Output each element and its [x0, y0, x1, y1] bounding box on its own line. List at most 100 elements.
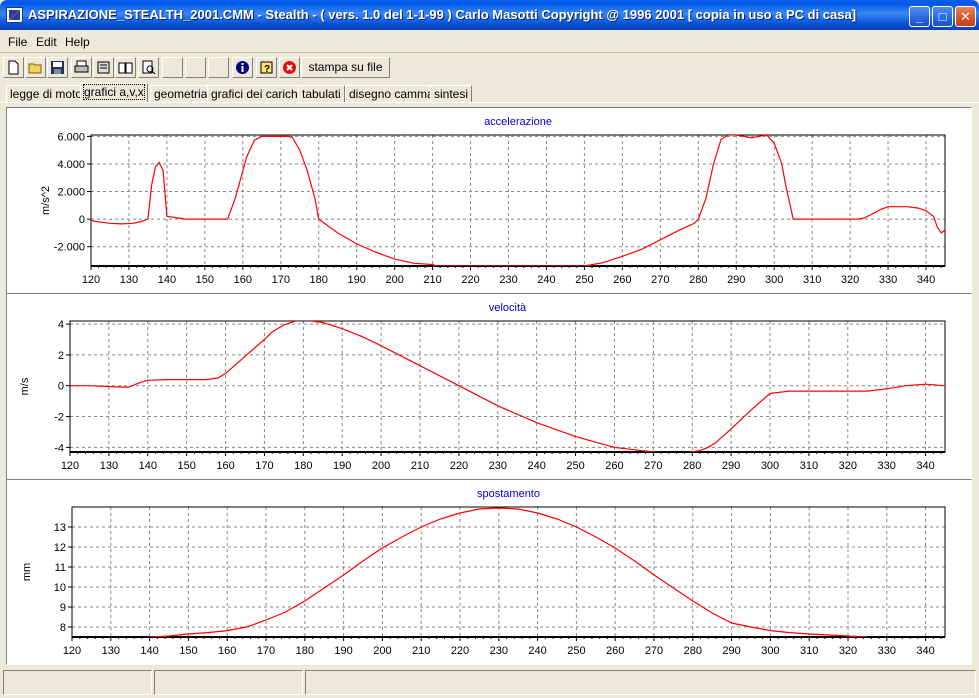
- new-file-button[interactable]: [3, 57, 24, 78]
- acceleration-x-tick-label: 280: [689, 274, 707, 286]
- acceleration-x-tick-label: 180: [310, 274, 328, 286]
- acceleration-y-tick-label: -2.000: [54, 242, 85, 254]
- menu-edit[interactable]: Edit: [36, 35, 57, 49]
- velocity-y-tick-label: -4: [54, 442, 64, 454]
- tab-grafici-dei-carichi[interactable]: grafici dei carichi: [207, 85, 305, 103]
- velocity-y-tick-label: 2: [58, 350, 64, 362]
- info-button[interactable]: [232, 57, 253, 78]
- acceleration-x-tick-label: 290: [727, 274, 745, 286]
- velocity-chart-panel: velocità m/s 120 130 140 150 160 170 180 190 200 21…: [6, 293, 972, 480]
- open-button[interactable]: [25, 57, 46, 78]
- tab-geometria[interactable]: geometria: [150, 85, 212, 103]
- acceleration-x-tick-label: 320: [841, 274, 859, 286]
- velocity-x-tick-label: 300: [761, 460, 779, 472]
- minimize-button[interactable]: _: [909, 6, 930, 27]
- displacement-x-tick-label: 340: [916, 645, 934, 657]
- velocity-x-tick-label: 270: [644, 460, 662, 472]
- velocity-y-tick-label: 4: [58, 319, 64, 331]
- velocity-x-tick-label: 250: [566, 460, 584, 472]
- tab-tabulati[interactable]: tabulati: [298, 85, 345, 103]
- tab-page: accelerazione m/s^2 120 130 140 150 160 170 180 1…: [0, 102, 979, 665]
- velocity-x-tick-label: 280: [683, 460, 701, 472]
- new-file-icon: [8, 60, 19, 75]
- stampa-su-file-button[interactable]: stampa su file: [301, 57, 390, 78]
- displacement-x-tick-label: 190: [334, 645, 352, 657]
- displacement-x-tick-label: 220: [451, 645, 469, 657]
- toolbar: ? stampa su file: [0, 55, 979, 82]
- velocity-x-tick-label: 240: [527, 460, 545, 472]
- app-icon[interactable]: [6, 7, 23, 23]
- window-title: ASPIRAZIONE_STEALTH_2001.CMM - Stealth -…: [28, 7, 857, 22]
- displacement-curve: [149, 507, 868, 637]
- stop-button[interactable]: [279, 57, 300, 78]
- help-button[interactable]: ?: [256, 57, 277, 78]
- velocity-x-tick-label: 140: [139, 460, 157, 472]
- acceleration-y-tick-label: 6.000: [57, 131, 85, 143]
- blank-button-3[interactable]: [208, 57, 229, 78]
- displacement-x-tick-label: 150: [179, 645, 197, 657]
- blank-button-2[interactable]: [185, 57, 206, 78]
- menu-file[interactable]: File: [8, 35, 27, 49]
- displacement-x-tick-label: 180: [296, 645, 314, 657]
- close-button[interactable]: ✕: [955, 6, 976, 27]
- acceleration-x-tick-label: 240: [537, 274, 555, 286]
- velocity-chart: velocità m/s 120 130 140 150 160 170 180 190 200 21…: [19, 302, 946, 472]
- velocity-x-tick-label: 220: [450, 460, 468, 472]
- acceleration-x-tick-label: 250: [575, 274, 593, 286]
- menu-help[interactable]: Help: [65, 35, 90, 49]
- velocity-x-tick-label: 230: [489, 460, 507, 472]
- displacement-x-tick-label: 270: [645, 645, 663, 657]
- displacement-y-tick-label: 12: [54, 542, 66, 554]
- tab-strip: legge di moto grafici a,v,x geometria gr…: [0, 83, 979, 103]
- tab-legge-di-moto[interactable]: legge di moto: [6, 85, 87, 103]
- acceleration-y-tick-label: 0: [79, 214, 85, 226]
- displacement-chart-title: spostamento: [477, 488, 540, 500]
- velocity-x-tick-label: 310: [800, 460, 818, 472]
- displacement-plot-frame: [71, 506, 946, 638]
- blank-button-1[interactable]: [162, 57, 183, 78]
- book-button[interactable]: [115, 57, 136, 78]
- print-button[interactable]: [71, 57, 92, 78]
- acceleration-x-tick-label: 140: [158, 274, 176, 286]
- acceleration-x-tick-label: 270: [651, 274, 669, 286]
- velocity-x-tick-label: 260: [605, 460, 623, 472]
- velocity-chart-title: velocità: [489, 302, 527, 314]
- acceleration-y-tick-label: 2.000: [57, 187, 85, 199]
- acceleration-x-tick-label: 230: [499, 274, 517, 286]
- acceleration-chart-panel: accelerazione m/s^2 120 130 140 150 160 170 180 1…: [6, 107, 972, 294]
- velocity-curve: [70, 321, 945, 452]
- displacement-x-tick-label: 210: [412, 645, 430, 657]
- info-icon: [236, 61, 249, 74]
- displacement-x-tick-label: 290: [722, 645, 740, 657]
- displacement-chart-panel: spostamento mm 120 130 140 150 160 170 180 190 200…: [6, 479, 972, 665]
- acceleration-x-tick-label: 150: [196, 274, 214, 286]
- displacement-x-tick-label: 140: [140, 645, 158, 657]
- displacement-x-tick-label: 250: [567, 645, 585, 657]
- acceleration-x-tick-label: 190: [348, 274, 366, 286]
- velocity-y-axis-label: m/s: [19, 377, 31, 395]
- displacement-x-tick-label: 120: [63, 645, 81, 657]
- acceleration-x-tick-label: 160: [234, 274, 252, 286]
- acceleration-x-tick-label: 220: [461, 274, 479, 286]
- stop-icon: [283, 61, 296, 74]
- displacement-y-tick-label: 10: [54, 582, 66, 594]
- print-preview-button[interactable]: [138, 57, 159, 78]
- acceleration-chart: accelerazione m/s^2 120 130 140 150 160 170 180 1…: [40, 116, 946, 286]
- tab-sintesi[interactable]: sintesi: [430, 85, 473, 103]
- acceleration-x-tick-label: 300: [765, 274, 783, 286]
- maximize-button[interactable]: □: [932, 6, 953, 27]
- velocity-x-tick-label: 180: [294, 460, 312, 472]
- tab-label: grafici a,v,x: [83, 84, 145, 100]
- print-setup-button[interactable]: [93, 57, 114, 78]
- velocity-x-tick-label: 130: [100, 460, 118, 472]
- tab-grafici-avx[interactable]: grafici a,v,x: [80, 83, 148, 103]
- save-button[interactable]: [47, 57, 68, 78]
- displacement-x-tick-label: 260: [606, 645, 624, 657]
- tab-disegno-camma[interactable]: disegno camma: [345, 85, 438, 103]
- velocity-x-tick-label: 190: [333, 460, 351, 472]
- velocity-y-tick-label: 0: [58, 381, 64, 393]
- displacement-x-tick-label: 330: [878, 645, 896, 657]
- help-icon: ?: [260, 61, 273, 75]
- status-bar: [0, 667, 979, 698]
- displacement-y-tick-label: 11: [55, 562, 66, 574]
